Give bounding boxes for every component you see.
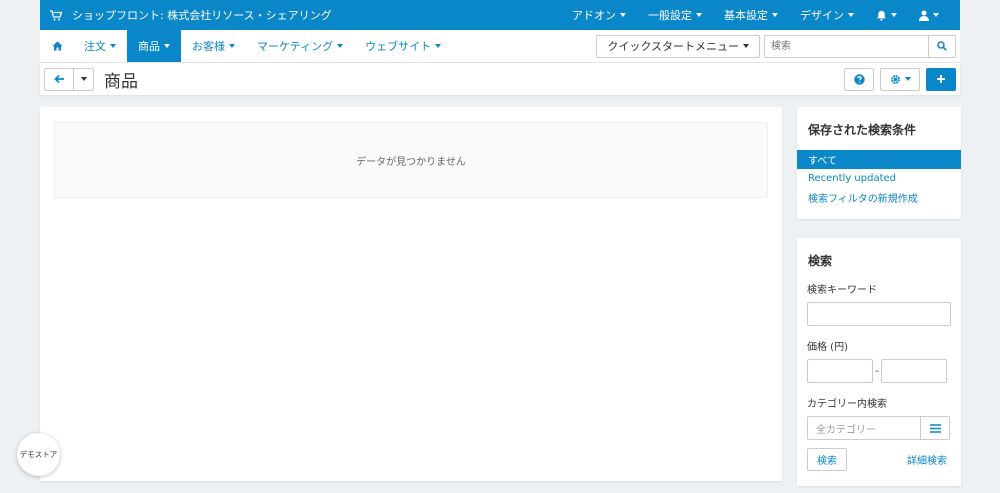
list-icon	[929, 423, 941, 433]
saved-search-recently-updated[interactable]: Recently updated	[797, 169, 961, 188]
nav-products[interactable]: 商品	[127, 30, 181, 62]
search-filter-panel: 検索 検索キーワード 価格 (円) - カテゴリー内検索 全カテゴリー 検索 詳…	[797, 238, 961, 486]
back-button[interactable]	[44, 67, 74, 91]
search-input[interactable]	[764, 34, 928, 58]
category-picker: 全カテゴリー	[807, 416, 951, 440]
global-search	[764, 34, 956, 58]
price-label: 価格 (円)	[807, 342, 848, 353]
keyword-input[interactable]	[807, 302, 951, 326]
menu-basic-settings[interactable]: 基本設定	[713, 0, 789, 30]
advanced-search-link[interactable]: 詳細検索	[907, 452, 947, 467]
menu-design[interactable]: デザイン	[789, 0, 865, 30]
nav-home[interactable]	[40, 30, 73, 62]
main-nav: 注文 商品 お客様 マーケティング ウェブサイト クイックスタートメニュー	[40, 30, 960, 63]
search-icon	[937, 41, 947, 51]
back-dropdown-button[interactable]	[74, 67, 94, 91]
cart-icon	[50, 9, 64, 21]
notifications-button[interactable]	[865, 0, 908, 30]
price-to-input[interactable]	[881, 359, 947, 383]
store-name[interactable]: ショップフロント: 株式会社リソース・シェアリング	[72, 7, 332, 23]
search-submit-button[interactable]: 検索	[807, 448, 847, 471]
saved-searches-list: すべて Recently updated 検索フィルタの新規作成	[797, 150, 961, 207]
nav-customers[interactable]: お客様	[181, 30, 246, 62]
nav-website[interactable]: ウェブサイト	[354, 30, 452, 62]
plus-icon	[936, 74, 946, 84]
top-bar: ショップフロント: 株式会社リソース・シェアリング アドオン 一般設定 基本設定…	[40, 0, 960, 30]
search-button[interactable]	[928, 34, 956, 58]
products-content: データが見つかりません	[40, 107, 782, 481]
saved-search-new-filter[interactable]: 検索フィルタの新規作成	[797, 188, 961, 207]
search-filter-title: 検索	[808, 254, 833, 268]
category-label: カテゴリー内検索	[807, 399, 887, 410]
category-list-button[interactable]	[920, 416, 950, 440]
add-product-button[interactable]	[926, 67, 956, 91]
price-from-input[interactable]	[807, 359, 873, 383]
saved-searches-title: 保存された検索条件	[808, 123, 917, 137]
saved-search-all[interactable]: すべて	[797, 150, 961, 169]
arrow-left-icon	[53, 74, 65, 84]
page-title: 商品	[104, 71, 138, 92]
nav-orders[interactable]: 注文	[73, 30, 127, 62]
saved-searches-panel: 保存された検索条件 すべて Recently updated 検索フィルタの新規…	[797, 107, 961, 219]
chevron-down-icon	[80, 77, 87, 81]
demo-store-badge[interactable]: デモストア	[17, 433, 60, 476]
menu-general-settings[interactable]: 一般設定	[637, 0, 713, 30]
price-range: -	[797, 359, 961, 383]
gear-icon	[890, 74, 901, 85]
quickstart-menu-button[interactable]: クイックスタートメニュー	[596, 34, 760, 58]
help-button[interactable]	[844, 67, 874, 91]
back-button-group	[44, 67, 94, 91]
filter-actions: 検索 詳細検索	[797, 448, 961, 471]
no-data-message: データが見つかりません	[54, 122, 768, 198]
price-separator: -	[875, 365, 879, 377]
category-input[interactable]: 全カテゴリー	[807, 416, 920, 440]
user-menu-button[interactable]	[908, 0, 950, 30]
user-icon	[919, 10, 929, 21]
settings-button[interactable]	[880, 67, 920, 91]
admin-frame: ショップフロント: 株式会社リソース・シェアリング アドオン 一般設定 基本設定…	[40, 0, 960, 95]
nav-marketing[interactable]: マーケティング	[246, 30, 354, 62]
home-icon	[52, 41, 63, 51]
keyword-label: 検索キーワード	[807, 285, 877, 296]
help-icon	[853, 73, 865, 85]
bell-icon	[876, 10, 887, 21]
page-toolbar: 商品	[40, 63, 960, 95]
menu-addons[interactable]: アドオン	[561, 0, 637, 30]
